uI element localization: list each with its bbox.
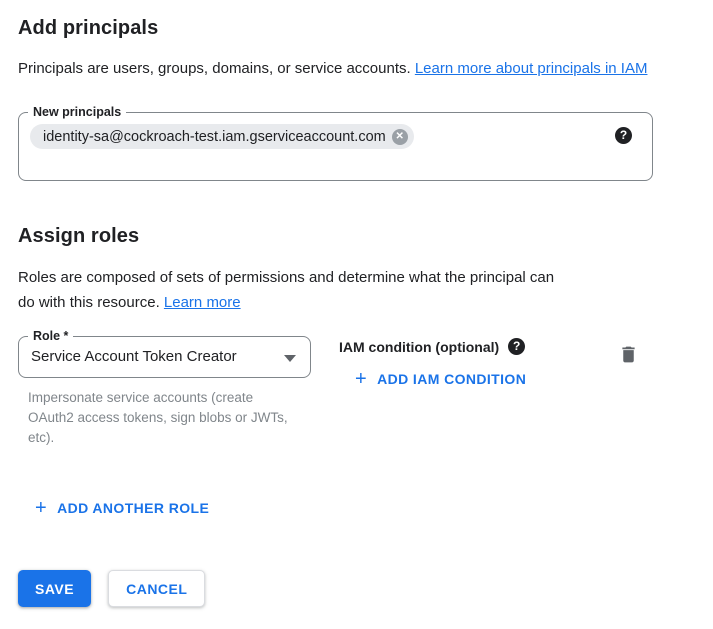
delete-role-column xyxy=(616,336,641,370)
plus-icon: + xyxy=(35,500,47,516)
new-principals-field[interactable]: New principals identity-sa@cockroach-tes… xyxy=(18,112,653,181)
assign-roles-description: Roles are composed of sets of permission… xyxy=(18,265,566,315)
principal-chip[interactable]: identity-sa@cockroach-test.iam.gservicea… xyxy=(30,124,414,149)
add-iam-condition-button[interactable]: + ADD IAM CONDITION xyxy=(347,365,534,393)
principal-chip-value: identity-sa@cockroach-test.iam.gservicea… xyxy=(43,129,386,145)
iam-condition-label: IAM condition (optional) xyxy=(339,339,499,355)
add-another-role-label: ADD ANOTHER ROLE xyxy=(57,500,209,516)
iam-condition-column: IAM condition (optional) ? + ADD IAM CON… xyxy=(339,336,534,393)
role-select-label: Role * xyxy=(28,328,73,344)
add-principals-panel: Add principals Principals are users, gro… xyxy=(0,0,713,629)
chevron-down-icon xyxy=(284,355,296,362)
add-iam-condition-label: ADD IAM CONDITION xyxy=(377,371,526,387)
learn-more-principals-link[interactable]: Learn more about principals in IAM xyxy=(415,60,648,77)
learn-more-roles-link[interactable]: Learn more xyxy=(164,294,241,311)
add-another-role-button[interactable]: + ADD ANOTHER ROLE xyxy=(27,494,217,522)
intro-text-body: Principals are users, groups, domains, o… xyxy=(18,60,415,77)
assign-roles-title: Assign roles xyxy=(18,223,693,249)
role-selected-value: Service Account Token Creator xyxy=(31,348,237,365)
role-column: Role * Service Account Token Creator Imp… xyxy=(18,336,311,448)
trash-icon xyxy=(618,344,639,365)
cancel-button[interactable]: CANCEL xyxy=(108,570,205,607)
action-buttons: SAVE CANCEL xyxy=(18,570,205,607)
iam-condition-help-icon[interactable]: ? xyxy=(508,338,525,355)
intro-text: Principals are users, groups, domains, o… xyxy=(18,56,670,81)
new-principals-label: New principals xyxy=(28,104,126,120)
chip-remove-icon[interactable]: ✕ xyxy=(392,129,408,145)
delete-role-button[interactable] xyxy=(616,342,641,370)
save-button[interactable]: SAVE xyxy=(18,570,91,607)
plus-icon: + xyxy=(355,371,367,387)
role-helper-text: Impersonate service accounts (create OAu… xyxy=(28,388,296,448)
new-principals-help-icon[interactable]: ? xyxy=(615,127,632,144)
page-title: Add principals xyxy=(18,15,693,41)
iam-condition-label-row: IAM condition (optional) ? xyxy=(339,336,534,355)
assign-roles-description-body: Roles are composed of sets of permission… xyxy=(18,269,554,311)
role-row: Role * Service Account Token Creator Imp… xyxy=(18,336,693,448)
role-select[interactable]: Role * Service Account Token Creator xyxy=(18,336,311,378)
